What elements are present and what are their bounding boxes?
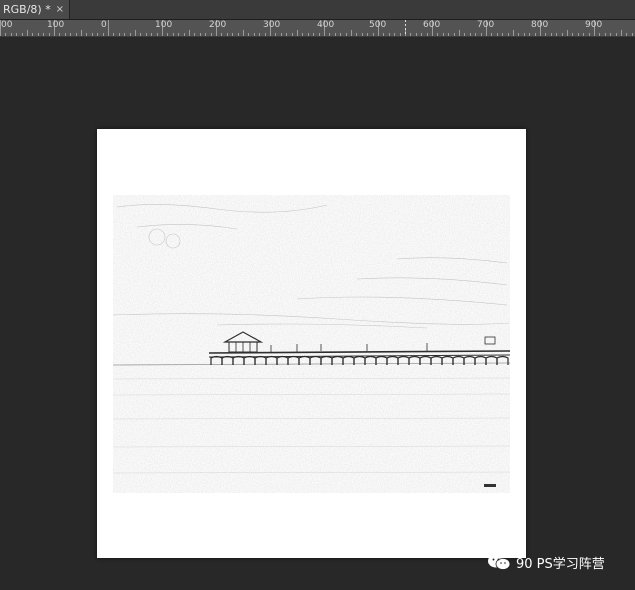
pier-sketch-image bbox=[112, 195, 511, 493]
ruler-label: 700 bbox=[477, 20, 495, 30]
ruler-label: 00 bbox=[1, 20, 13, 30]
document-tab-title: RGB/8) * bbox=[3, 3, 51, 16]
watermark: 90 PS学习阵营 bbox=[486, 552, 605, 572]
wechat-icon bbox=[488, 554, 511, 570]
ruler-label: 600 bbox=[423, 20, 441, 30]
close-icon[interactable]: × bbox=[56, 0, 64, 19]
horizontal-ruler[interactable]: 00 100 0 100 200 300 400 500 600 700 800… bbox=[0, 20, 635, 37]
ruler-label: 800 bbox=[531, 20, 549, 30]
ruler-label: 100 bbox=[155, 20, 173, 30]
ruler-label: 200 bbox=[209, 20, 227, 30]
document-tab-bar: RGB/8) * × bbox=[0, 0, 635, 20]
photoshop-window: RGB/8) * × 00 100 0 100 200 300 400 500 … bbox=[0, 0, 635, 590]
document-tab[interactable]: RGB/8) * × bbox=[0, 0, 70, 19]
workspace[interactable] bbox=[0, 37, 635, 590]
watermark-text: 90 PS学习阵营 bbox=[516, 556, 605, 572]
ruler-label: 900 bbox=[585, 20, 603, 30]
ruler-label: 300 bbox=[263, 20, 281, 30]
ruler-label: 0 bbox=[101, 20, 107, 30]
document-canvas[interactable] bbox=[97, 129, 526, 558]
ruler-label: 400 bbox=[317, 20, 335, 30]
ruler-label: 500 bbox=[369, 20, 387, 30]
ruler-label: 100 bbox=[47, 20, 65, 30]
